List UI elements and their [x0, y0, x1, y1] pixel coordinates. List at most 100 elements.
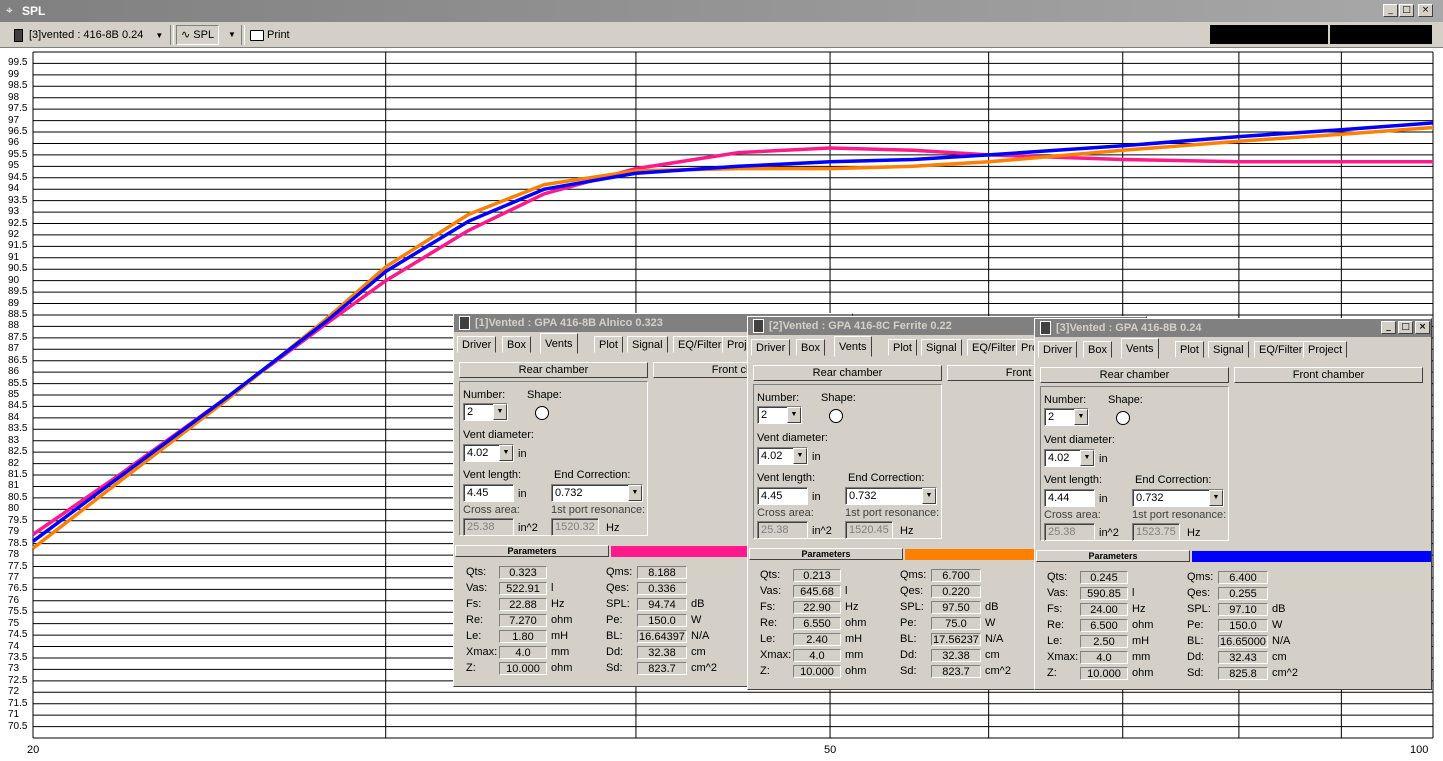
param-value-z: 10.000	[793, 665, 841, 678]
param-label-sd: Sd:	[606, 662, 623, 674]
tab-eq-filter[interactable]: EQ/Filter	[967, 339, 1021, 356]
tab-plot[interactable]: Plot	[1175, 341, 1204, 358]
dropdown-arrow-icon[interactable]: ▼	[787, 407, 801, 423]
y-tick-label: 72.5	[8, 674, 28, 686]
dropdown-arrow-icon[interactable]: ▼	[1074, 409, 1088, 425]
dropdown-arrow-icon[interactable]: ▼	[628, 485, 642, 501]
tab-driver[interactable]: Driver	[751, 339, 791, 356]
vent-length-input[interactable]: 4.44	[1044, 489, 1095, 507]
round-shape-icon[interactable]	[535, 406, 549, 420]
y-tick-label: 88.5	[8, 308, 28, 320]
vent-diameter-select[interactable]: 4.02 ▼	[757, 447, 808, 465]
param-value-qes: 0.336	[637, 582, 687, 595]
param-value-qts: 0.323	[499, 566, 547, 579]
panel-close-button[interactable]: ×	[1415, 321, 1430, 334]
param-value-qts: 0.245	[1080, 571, 1128, 584]
toolbar-separator	[170, 25, 174, 45]
minimize-button[interactable]: _	[1383, 4, 1398, 17]
tab-box[interactable]: Box	[502, 336, 531, 353]
tab-vents[interactable]: Vents	[1121, 338, 1159, 359]
tab-plot[interactable]: Plot	[594, 336, 623, 353]
tab-eq-filter[interactable]: EQ/Filter	[1254, 341, 1308, 358]
y-tick-label: 83	[8, 434, 20, 446]
y-tick-label: 96	[8, 137, 20, 149]
project-selector[interactable]: [3]vented : 416-8B 0.24 ▼	[14, 25, 163, 45]
param-label-qes: Qes:	[606, 582, 630, 594]
panel-minimize-button[interactable]: _	[1381, 321, 1396, 334]
cross-area-value: 25.38	[463, 518, 514, 536]
param-label-qes: Qes:	[1187, 587, 1211, 599]
dropdown-arrow-icon[interactable]: ▼	[499, 445, 513, 461]
end-correction-select[interactable]: 0.732 ▼	[1132, 489, 1224, 507]
mode-dropdown-arrow-icon[interactable]: ▼	[226, 25, 238, 45]
tab-box[interactable]: Box	[1083, 341, 1112, 358]
param-unit-re: ohm	[551, 614, 573, 626]
y-tick-label: 95.5	[8, 148, 28, 160]
front-chamber-button[interactable]: Front chamber	[1234, 367, 1423, 383]
tab-project[interactable]: Project	[1303, 341, 1348, 358]
tab-signal[interactable]: Signal	[1208, 341, 1249, 358]
param-label-re: Re:	[466, 614, 484, 626]
dropdown-arrow-icon: ▼	[155, 31, 164, 40]
cross-area-value: 25.38	[1044, 523, 1095, 541]
y-tick-label: 90	[8, 274, 20, 286]
param-unit-spl: dB	[985, 601, 999, 613]
param-label-qts: Qts:	[1047, 571, 1068, 583]
param-label-bl: BL:	[606, 630, 623, 642]
print-button[interactable]: Print	[250, 25, 290, 45]
rear-chamber-button[interactable]: Rear chamber	[1040, 367, 1229, 383]
maximize-button[interactable]: □	[1399, 4, 1414, 17]
vent-diameter-label: Vent diameter:	[757, 432, 828, 444]
dropdown-arrow-icon[interactable]: ▼	[1080, 450, 1094, 466]
tab-signal[interactable]: Signal	[627, 336, 668, 353]
vent-length-input[interactable]: 4.45	[757, 487, 808, 505]
rear-chamber-button[interactable]: Rear chamber	[753, 365, 942, 381]
spl-mode-button[interactable]: ∿ SPL	[176, 25, 220, 45]
port-resonance-unit: Hz	[1187, 527, 1201, 539]
tab-eq-filter[interactable]: EQ/Filter	[673, 336, 727, 353]
param-value-spl: 94.74	[637, 598, 687, 611]
vent-length-label: Vent length:	[757, 472, 816, 484]
vent-diameter-select[interactable]: 4.02 ▼	[463, 444, 514, 462]
end-correction-select[interactable]: 0.732 ▼	[551, 484, 643, 502]
tab-vents[interactable]: Vents	[540, 333, 578, 354]
vent-length-input[interactable]: 4.45	[463, 484, 514, 502]
y-tick-label: 84	[8, 411, 20, 423]
y-tick-label: 75	[8, 617, 20, 629]
vent-diameter-select[interactable]: 4.02 ▼	[1044, 449, 1095, 467]
tab-vents[interactable]: Vents	[834, 336, 872, 357]
y-tick-label: 96.5	[8, 126, 28, 138]
number-select[interactable]: 2 ▼	[463, 403, 508, 421]
param-label-vas: Vas:	[1047, 587, 1069, 599]
param-unit-pe: W	[985, 617, 996, 629]
param-label-le: Le:	[466, 630, 482, 642]
param-unit-le: mH	[1132, 635, 1150, 647]
dropdown-arrow-icon[interactable]: ▼	[1209, 490, 1223, 506]
panel-maximize-button[interactable]: □	[1398, 321, 1413, 334]
panel-title: [2]Vented : GPA 416-8C Ferrite 0.22	[769, 320, 952, 332]
tab-driver[interactable]: Driver	[1038, 341, 1078, 358]
y-tick-label: 91	[8, 251, 20, 263]
param-value-qes: 0.220	[931, 585, 981, 598]
param-unit-bl: N/A	[1272, 635, 1291, 647]
number-select[interactable]: 2 ▼	[757, 406, 802, 424]
tab-box[interactable]: Box	[796, 339, 825, 356]
round-shape-icon[interactable]	[829, 409, 843, 423]
round-shape-icon[interactable]	[1116, 411, 1130, 425]
param-label-fs: Fs:	[1047, 603, 1063, 615]
tab-signal[interactable]: Signal	[921, 339, 962, 356]
printer-icon	[250, 29, 264, 41]
y-tick-label: 72	[8, 686, 20, 698]
dropdown-arrow-icon[interactable]: ▼	[493, 404, 507, 420]
param-unit-vas: l	[551, 582, 554, 594]
number-select[interactable]: 2 ▼	[1044, 408, 1089, 426]
close-button[interactable]: ×	[1418, 4, 1433, 17]
tab-driver[interactable]: Driver	[457, 336, 497, 353]
tab-plot[interactable]: Plot	[888, 339, 917, 356]
dropdown-arrow-icon[interactable]: ▼	[793, 448, 807, 464]
param-label-fs: Fs:	[466, 598, 482, 610]
end-correction-select[interactable]: 0.732 ▼	[845, 487, 937, 505]
dropdown-arrow-icon[interactable]: ▼	[922, 488, 936, 504]
y-tick-label: 89.5	[8, 286, 28, 298]
rear-chamber-button[interactable]: Rear chamber	[459, 362, 648, 378]
